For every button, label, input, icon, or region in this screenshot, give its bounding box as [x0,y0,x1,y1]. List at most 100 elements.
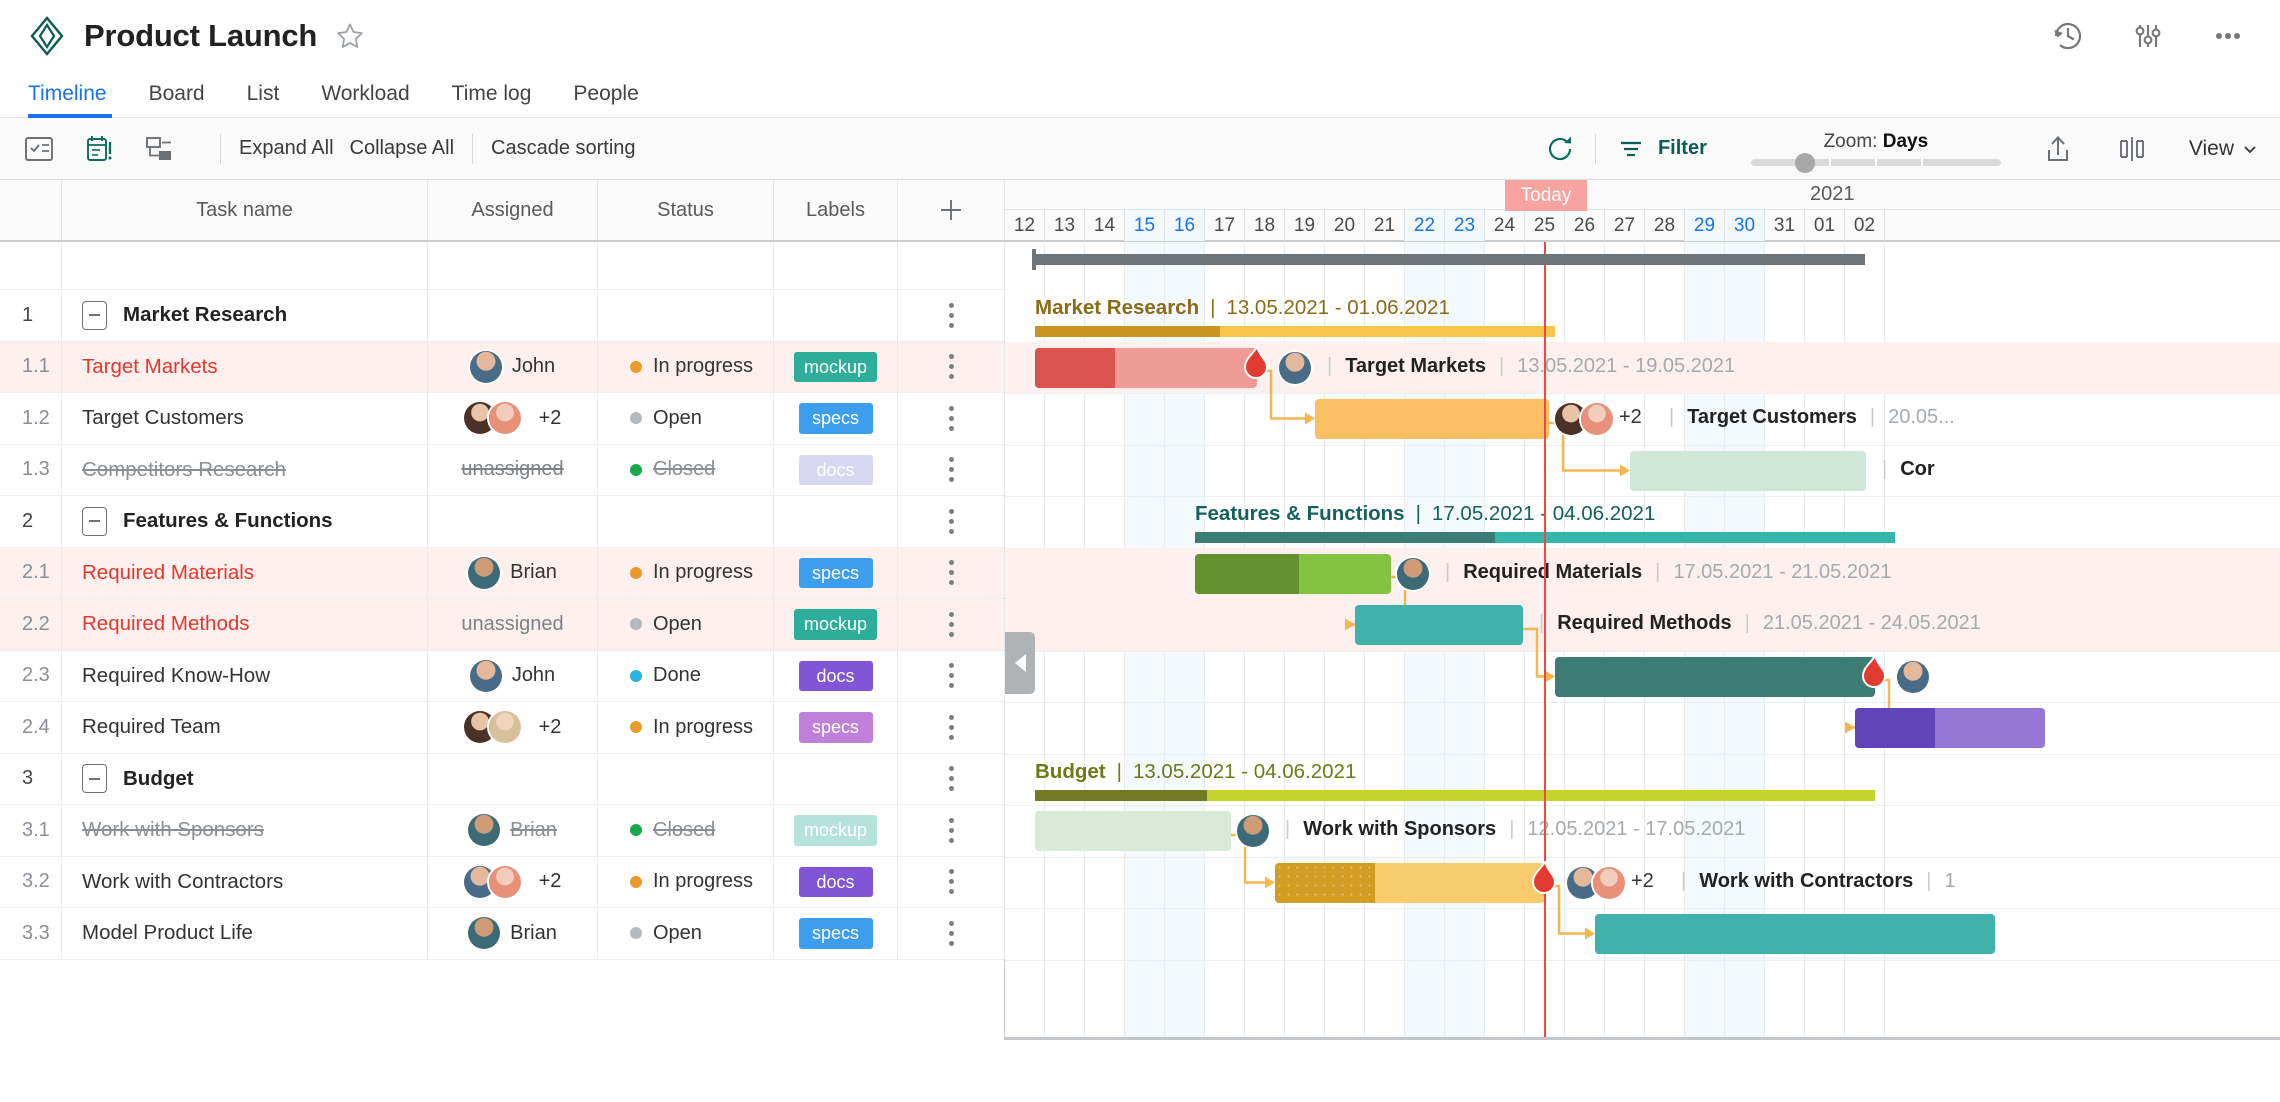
tab-timeline[interactable]: Timeline [26,82,128,118]
row-menu-cell[interactable] [898,547,1005,598]
task-name-cell[interactable]: Work with Sponsors [62,805,428,856]
horizontal-scrollbar[interactable] [1005,1037,2280,1040]
filter-icon[interactable] [1614,132,1648,166]
task-name-cell[interactable]: Competitors Research [62,444,428,495]
status-cell[interactable] [598,290,774,341]
group-row[interactable]: 3 Budget [0,753,1005,805]
kebab-menu-icon[interactable] [948,611,954,637]
task-bar[interactable] [1855,708,2045,748]
status-cell[interactable]: Open [598,599,774,650]
kebab-menu-icon[interactable] [948,560,954,586]
view-dropdown[interactable]: View [2189,137,2258,161]
label-chip[interactable]: mockup [793,351,878,382]
task-bar[interactable] [1035,347,1257,388]
assigned-cell[interactable]: unassigned [428,599,598,650]
zoom-slider-handle[interactable] [1794,153,1815,173]
hierarchy-icon[interactable] [142,132,176,166]
kebab-menu-icon[interactable] [948,766,954,792]
tab-workload[interactable]: Workload [300,82,430,117]
status-cell[interactable]: Closed [598,444,774,495]
status-cell[interactable] [598,496,774,547]
grid-header-status[interactable]: Status [598,180,774,240]
summary-bar[interactable] [1035,789,1875,801]
label-chip[interactable]: mockup [793,609,878,640]
assigned-cell[interactable]: John [428,650,598,701]
sliders-icon[interactable] [2130,18,2166,54]
labels-cell[interactable]: mockup [774,805,898,856]
labels-cell[interactable] [774,496,898,547]
task-name-cell[interactable]: Work with Contractors [62,856,428,907]
calendar-alert-icon[interactable] [82,132,116,166]
collapse-toggle-icon[interactable] [82,506,107,536]
status-cell[interactable]: In progress [598,702,774,753]
row-menu-cell[interactable] [898,702,1005,753]
fit-to-screen-icon[interactable] [2115,132,2149,166]
row-menu-cell[interactable] [898,856,1005,907]
group-row[interactable]: 1 Market Research [0,290,1005,342]
task-name-cell[interactable]: Target Customers [62,393,428,444]
kebab-menu-icon[interactable] [948,354,954,380]
task-name-cell[interactable]: Required Materials [62,547,428,598]
assigned-cell[interactable] [428,290,598,341]
task-bar[interactable] [1195,553,1391,594]
row-menu-cell[interactable] [898,650,1005,701]
label-chip[interactable]: specs [798,557,873,588]
status-cell[interactable]: In progress [598,341,774,392]
kebab-menu-icon[interactable] [948,302,954,328]
row-menu-cell[interactable] [898,341,1005,392]
labels-cell[interactable] [774,753,898,804]
label-chip[interactable]: docs [798,866,873,897]
labels-cell[interactable] [774,290,898,341]
zoom-slider[interactable] [1750,153,2001,173]
kebab-menu-icon[interactable] [948,663,954,689]
assigned-cell[interactable]: unassigned [428,444,598,495]
status-cell[interactable]: Closed [598,805,774,856]
kebab-menu-icon[interactable] [948,817,954,843]
labels-cell[interactable]: specs [774,908,898,959]
zoom-control[interactable]: Zoom: Days [1750,131,2001,173]
assigned-cell[interactable]: John [428,341,598,392]
kebab-menu-icon[interactable] [948,920,954,946]
row-menu-cell[interactable] [898,393,1005,444]
table-row[interactable]: 2.3 Required Know-How John Done docs [0,650,1005,702]
task-name-cell[interactable]: Target Markets [62,341,428,392]
table-row[interactable]: 3.3 Model Product Life Brian Open specs [0,908,1005,960]
task-name-cell[interactable]: Required Know-How [62,650,428,701]
grid-header-labels[interactable]: Labels [774,180,898,240]
status-cell[interactable]: Open [598,393,774,444]
label-chip[interactable]: mockup [793,815,878,846]
history-clock-icon[interactable] [2050,18,2086,54]
label-chip[interactable]: specs [798,403,873,434]
table-row[interactable]: 3.1 Work with Sponsors Brian Closed mockup [0,805,1005,857]
kebab-menu-icon[interactable] [948,508,954,534]
assigned-cell[interactable]: +2 [428,856,598,907]
kebab-menu-icon[interactable] [948,869,954,895]
labels-cell[interactable]: specs [774,547,898,598]
labels-cell[interactable]: specs [774,702,898,753]
tab-list[interactable]: List [226,82,301,117]
status-cell[interactable]: In progress [598,856,774,907]
checklist-icon[interactable] [22,132,56,166]
assigned-cell[interactable]: Brian [428,908,598,959]
export-upload-icon[interactable] [2041,132,2075,166]
add-column-button[interactable] [898,180,1005,240]
table-row[interactable]: 2.1 Required Materials Brian In progress spe… [0,547,1005,599]
grid-header-task-name[interactable]: Task name [62,180,428,240]
cascade-sorting-button[interactable]: Cascade sorting [491,137,636,160]
task-name-cell[interactable]: Features & Functions [62,496,428,547]
label-chip[interactable]: docs [798,660,873,691]
task-name-cell[interactable]: Required Methods [62,599,428,650]
label-chip[interactable]: specs [798,712,873,743]
assigned-cell[interactable] [428,753,598,804]
assigned-cell[interactable] [428,496,598,547]
status-cell[interactable]: Done [598,650,774,701]
labels-cell[interactable]: docs [774,856,898,907]
collapse-toggle-icon[interactable] [82,300,107,330]
more-dots-icon[interactable] [2210,18,2246,54]
row-menu-cell[interactable] [898,290,1005,341]
task-name-cell[interactable]: Required Team [62,702,428,753]
tab-time-log[interactable]: Time log [431,82,553,117]
task-bar[interactable] [1035,811,1231,851]
labels-cell[interactable]: docs [774,650,898,701]
task-bar[interactable] [1355,605,1523,645]
